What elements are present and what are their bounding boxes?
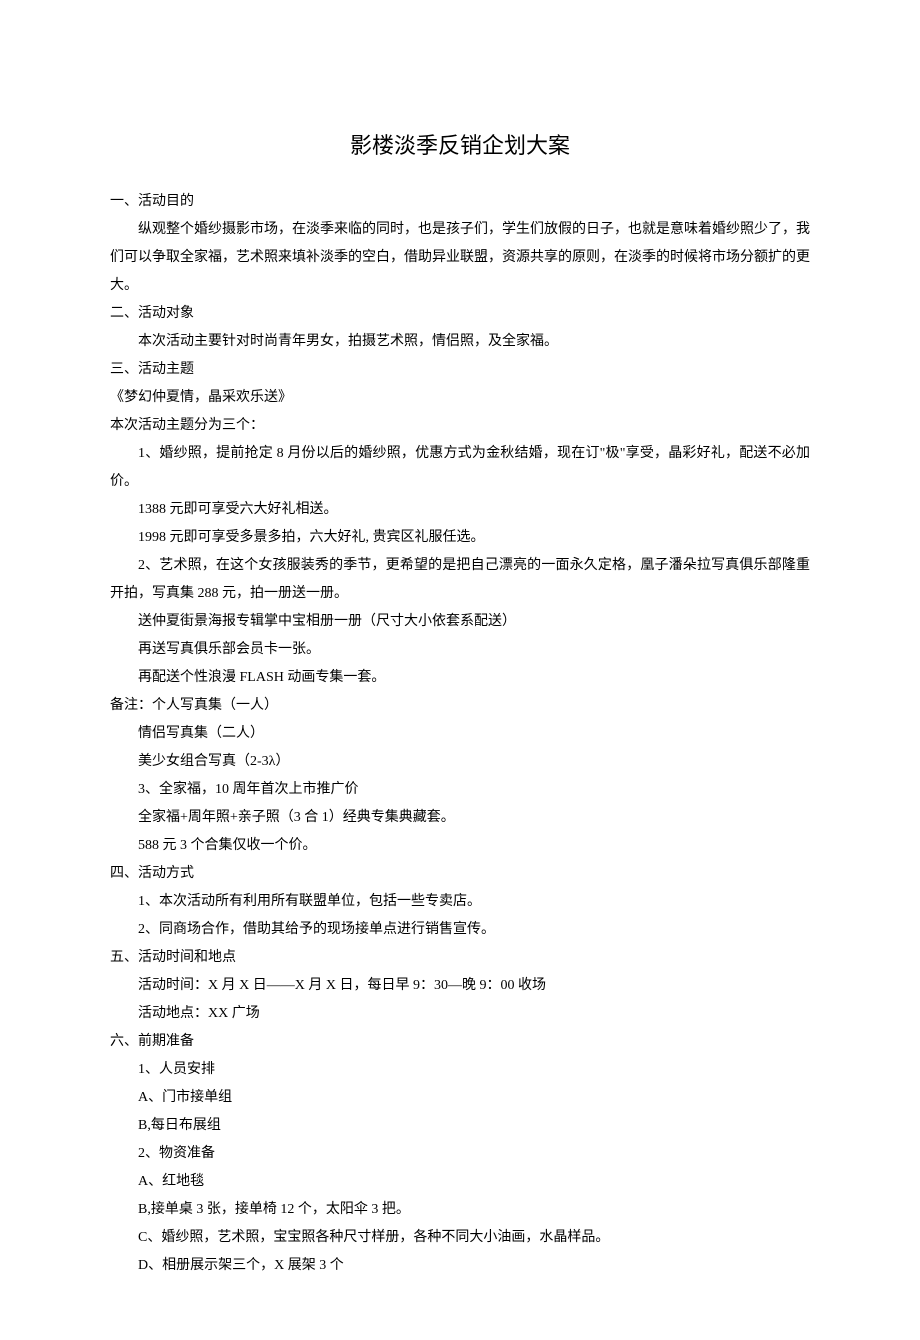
body-text: 备注：个人写真集（一人） xyxy=(110,692,810,720)
body-text: 1、人员安排 xyxy=(110,1056,810,1084)
body-text: 2、艺术照，在这个女孩服装秀的季节，更希望的是把自己漂亮的一面永久定格，凰子潘朵… xyxy=(110,552,810,608)
body-text: 情侣写真集（二人） xyxy=(110,720,810,748)
body-text: 588 元 3 个合集仅收一个价。 xyxy=(110,832,810,860)
body-text: A、门市接单组 xyxy=(110,1084,810,1112)
body-text: A、红地毯 xyxy=(110,1168,810,1196)
section-heading: 四、活动方式 xyxy=(110,860,810,888)
section-heading: 二、活动对象 xyxy=(110,300,810,328)
section-heading: 三、活动主题 xyxy=(110,356,810,384)
body-text: 再送写真俱乐部会员卡一张。 xyxy=(110,636,810,664)
body-text: 本次活动主要针对时尚青年男女，拍摄艺术照，情侣照，及全家福。 xyxy=(110,328,810,356)
body-text: 1、婚纱照，提前抢定 8 月份以后的婚纱照，优惠方式为金秋结婚，现在订"极"享受… xyxy=(110,440,810,496)
body-text: B,每日布展组 xyxy=(110,1112,810,1140)
body-text: 1998 元即可享受多景多拍，六大好礼, 贵宾区礼服任选。 xyxy=(110,524,810,552)
section-heading: 一、活动目的 xyxy=(110,188,810,216)
body-text: 全家福+周年照+亲子照（3 合 1）经典专集典藏套。 xyxy=(110,804,810,832)
body-text: 再配送个性浪漫 FLASH 动画专集一套。 xyxy=(110,664,810,692)
body-text: 2、物资准备 xyxy=(110,1140,810,1168)
body-text: B,接单桌 3 张，接单椅 12 个，太阳伞 3 把。 xyxy=(110,1196,810,1224)
body-text: 2、同商场合作，借助其给予的现场接单点进行销售宣传。 xyxy=(110,916,810,944)
body-text: 本次活动主题分为三个： xyxy=(110,412,810,440)
section-heading: 五、活动时间和地点 xyxy=(110,944,810,972)
document-title: 影楼淡季反销企划大案 xyxy=(110,128,810,160)
body-text: 1388 元即可享受六大好礼相送。 xyxy=(110,496,810,524)
body-text: 3、全家福，10 周年首次上市推广价 xyxy=(110,776,810,804)
body-text: D、相册展示架三个，X 展架 3 个 xyxy=(110,1252,810,1280)
body-text: 送仲夏街景海报专辑掌中宝相册一册（尺寸大小依套系配送） xyxy=(110,608,810,636)
body-text: C、婚纱照，艺术照，宝宝照各种尺寸样册，各种不同大小油画，水晶样品。 xyxy=(110,1224,810,1252)
body-text: 活动时间：X 月 X 日——X 月 X 日，每日早 9：30—晚 9：00 收场 xyxy=(110,972,810,1000)
section-heading: 六、前期准备 xyxy=(110,1028,810,1056)
body-text: 美少女组合写真（2-3λ） xyxy=(110,748,810,776)
document-page: 影楼淡季反销企划大案 一、活动目的 纵观整个婚纱摄影市场，在淡季来临的同时，也是… xyxy=(0,0,920,1340)
body-text: 纵观整个婚纱摄影市场，在淡季来临的同时，也是孩子们，学生们放假的日子，也就是意味… xyxy=(110,216,810,300)
body-text: 1、本次活动所有利用所有联盟单位，包括一些专卖店。 xyxy=(110,888,810,916)
body-text: 《梦幻仲夏情，晶采欢乐送》 xyxy=(110,384,810,412)
body-text: 活动地点：XX 广场 xyxy=(110,1000,810,1028)
